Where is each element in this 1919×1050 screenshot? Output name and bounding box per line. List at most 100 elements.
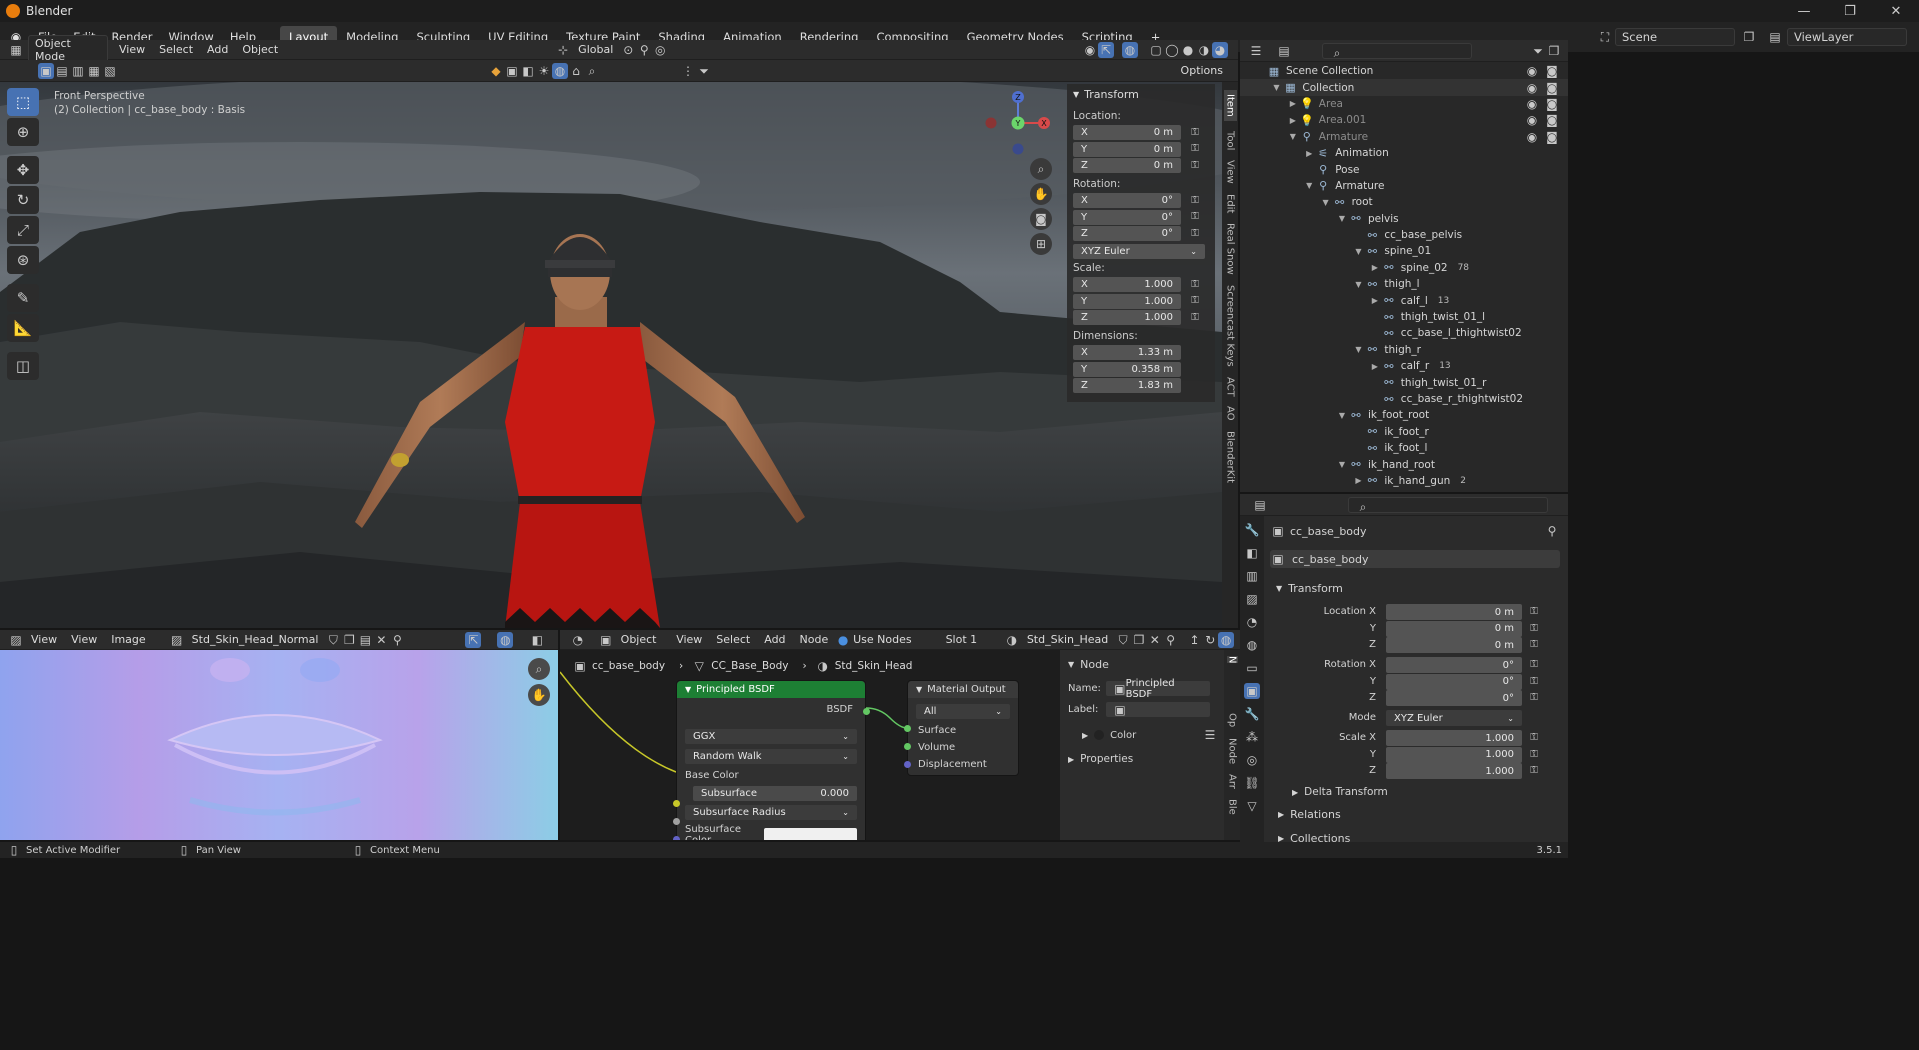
collapse-arrow-icon[interactable]: ▼ — [1287, 132, 1299, 141]
eye-icon[interactable]: ◉ — [1524, 129, 1540, 145]
xray-icon[interactable]: ▢ — [1148, 42, 1164, 58]
subsurface-color-swatch[interactable] — [764, 828, 857, 840]
displacement-socket[interactable] — [904, 761, 911, 768]
tab-view[interactable]: View — [1225, 160, 1236, 184]
eye-icon[interactable]: ◉ — [1524, 96, 1540, 112]
image-image-menu[interactable]: Image — [104, 633, 152, 646]
principled-bsdf-node[interactable]: ▼ Principled BSDF BSDF GGX ⌄ Random Walk ⌄ … — [673, 680, 870, 840]
particles-props-icon[interactable]: ⁂ — [1244, 729, 1260, 745]
camera-icon[interactable]: ◙ — [1030, 208, 1052, 230]
location-0-field[interactable]: 0 m — [1386, 604, 1522, 620]
lock-icon[interactable]: ⚿ — [1187, 193, 1203, 209]
node-node-menu[interactable]: Node — [793, 633, 836, 646]
move-tool-icon[interactable]: ✥ — [7, 156, 39, 184]
material-name[interactable]: Std_Skin_Head — [1020, 633, 1115, 646]
outliner-item[interactable]: ▼ ⚯ pelvis — [1240, 211, 1568, 227]
outliner-item[interactable]: ▶ ⚟ Animation — [1240, 145, 1568, 161]
select-intersect-icon[interactable]: ▧ — [102, 63, 118, 79]
orientation-selector[interactable]: Global — [571, 43, 620, 56]
minimize-button[interactable]: — — [1781, 4, 1827, 19]
material-pin-icon[interactable]: ⚲ — [1163, 632, 1179, 648]
collapse-arrow-icon[interactable]: ▼ — [1336, 411, 1348, 420]
outliner-item[interactable]: ⚯ cc_base_r_thightwist02 — [1240, 391, 1568, 407]
new-collection-icon[interactable]: ❐ — [1546, 43, 1562, 59]
menu-view[interactable]: View — [112, 43, 152, 56]
outliner-item[interactable]: ▶ ⚯ calf_r 13 — [1240, 358, 1568, 374]
material-unlink-icon[interactable]: ✕ — [1147, 632, 1163, 648]
outliner-item[interactable]: ▼ ⚲ Armature — [1240, 178, 1568, 194]
subsurface-field[interactable]: Subsurface 0.000 — [693, 786, 857, 801]
lock-icon[interactable]: ⚿ — [1526, 747, 1542, 763]
snap-node-icon[interactable]: ↻ — [1202, 632, 1218, 648]
image-gizmo-icon[interactable]: ⇱ — [465, 631, 482, 648]
options-button[interactable]: Options — [1174, 64, 1230, 77]
collapse-arrow-icon[interactable]: ▼ — [1303, 181, 1315, 190]
zoom-view-icon[interactable]: ⌕ — [1030, 158, 1052, 180]
object-props-icon[interactable]: ▣ — [1244, 683, 1260, 699]
node-properties-header[interactable]: ▶ Properties — [1068, 753, 1224, 765]
scene-props-icon[interactable]: ◔ — [1244, 614, 1260, 630]
rotation-x-field[interactable]: X 0° — [1073, 193, 1181, 209]
pan-hand-icon[interactable]: ✋ — [1030, 183, 1052, 205]
image-display-icon[interactable]: ◧ — [529, 632, 545, 648]
rotation-1-field[interactable]: 0° — [1386, 673, 1522, 690]
image-editor-type-icon[interactable]: ▨ — [8, 632, 24, 648]
dimensions-x-field[interactable]: X 1.33 m — [1073, 345, 1181, 361]
subsurface-socket[interactable] — [673, 818, 680, 825]
scale-0-field[interactable]: 1.000 — [1386, 730, 1522, 746]
location-z-field[interactable]: Z 0 m — [1073, 158, 1181, 174]
lock-icon[interactable]: ⚿ — [1526, 604, 1542, 620]
node-color-checkbox[interactable] — [1094, 730, 1105, 740]
lock-icon[interactable]: ⚿ — [1187, 125, 1203, 141]
transform-tool-icon[interactable]: ⊛ — [7, 246, 39, 274]
rotation-mode-dropdown[interactable]: XYZ Euler ⌄ — [1386, 710, 1522, 726]
scale-tool-icon[interactable]: ⤢ — [7, 216, 39, 244]
outliner-item[interactable]: ▶ ⚯ calf_l 13 — [1240, 292, 1568, 308]
material-output-node[interactable]: ▼ Material Output All ⌄ Surface Volume Dis… — [904, 680, 1019, 776]
subsurface-method-dropdown[interactable]: Random Walk ⌄ — [685, 749, 857, 764]
image-browse-icon[interactable]: ▨ — [169, 632, 185, 648]
node-add-menu[interactable]: Add — [757, 633, 792, 646]
menu-object[interactable]: Object — [235, 43, 285, 56]
outliner-tree[interactable]: ▦ Scene Collection ◉ ◙ ▼ ▦ Collection ◉ ◙ ▶ 💡 Area ◉… — [1240, 62, 1568, 492]
base-color-socket[interactable] — [673, 800, 680, 807]
hierarchy-icon[interactable]: ⋮ — [680, 63, 696, 79]
gizmo-toggle-icon[interactable]: ⇱ — [1098, 41, 1114, 58]
node-editor-canvas[interactable]: ▣ cc_base_body › ▽ CC_Base_Body › ◑ Std_… — [560, 650, 1240, 840]
collections-header[interactable]: ▶ Collections — [1278, 832, 1350, 842]
outliner-item[interactable]: ▼ ⚯ spine_01 — [1240, 243, 1568, 259]
tool-props-icon[interactable]: 🔧 — [1244, 522, 1260, 538]
dimensions-y-field[interactable]: Y 0.358 m — [1073, 361, 1181, 377]
new-scene-icon[interactable]: ❐ — [1741, 29, 1757, 45]
node-tab-node[interactable]: Node — [1227, 738, 1238, 764]
outliner-item[interactable]: ▼ ⚯ ik_hand_root — [1240, 456, 1568, 472]
rotation-mode-dropdown[interactable]: XYZ Euler ⌄ — [1073, 243, 1205, 259]
expand-arrow-icon[interactable]: ▶ — [1303, 149, 1315, 158]
expand-arrow-icon[interactable]: ▶ — [1352, 476, 1364, 485]
outliner-item[interactable]: ⚲ Pose — [1240, 161, 1568, 177]
image-view-menu[interactable]: View — [24, 633, 64, 646]
filter-funnel-icon[interactable]: ⏷ — [1530, 43, 1546, 59]
image-pin-icon[interactable]: ⚲ — [389, 632, 405, 648]
select-extend-icon[interactable]: ▤ — [54, 63, 70, 79]
physics-props-icon[interactable]: ◎ — [1244, 752, 1260, 768]
outliner-editor-icon[interactable]: ☰ — [1248, 43, 1264, 59]
subsurface-radius-dropdown[interactable]: Subsurface Radius ⌄ — [685, 805, 857, 820]
lock-icon[interactable]: ⚿ — [1526, 657, 1542, 673]
bsdf-output-socket[interactable] — [863, 708, 870, 715]
collapse-arrow-icon[interactable]: ▼ — [1336, 214, 1348, 223]
cursor-tool-icon[interactable]: ⊕ — [7, 118, 39, 146]
viewlayer-selector[interactable]: ViewLayer — [1787, 28, 1907, 46]
wireframe-shading-icon[interactable]: ◯ — [1164, 42, 1180, 58]
outliner-item[interactable]: ▼ ⚯ thigh_l — [1240, 276, 1568, 292]
lock-icon[interactable]: ⚿ — [1187, 293, 1203, 309]
outliner-item[interactable]: ▶ 💡 Area.001 ◉ ◙ — [1240, 112, 1568, 128]
node-tab-ble[interactable]: Ble — [1227, 799, 1238, 815]
fake-user-icon[interactable]: ⛉ — [325, 632, 341, 648]
collapse-arrow-icon[interactable]: ▼ — [1352, 280, 1364, 289]
outliner-item[interactable]: ▼ ⚯ ik_foot_root — [1240, 407, 1568, 423]
output-props-icon[interactable]: ▥ — [1244, 568, 1260, 584]
camera-render-icon[interactable]: ◙ — [1544, 63, 1560, 79]
relations-header[interactable]: ▶ Relations — [1278, 808, 1341, 821]
pivot-icon[interactable]: ⊙ — [620, 42, 636, 58]
